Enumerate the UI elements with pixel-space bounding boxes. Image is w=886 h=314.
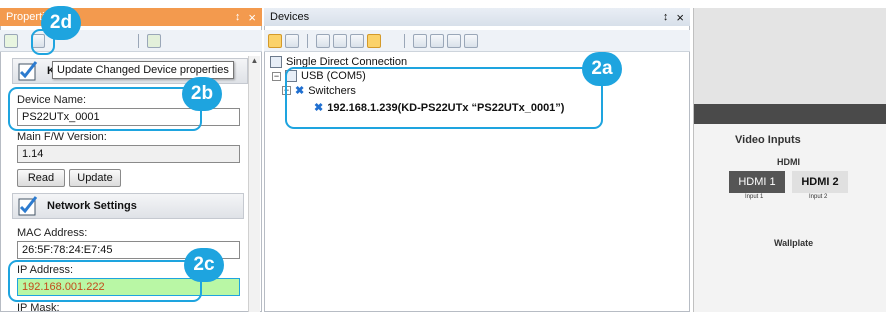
checklist-icon: [15, 60, 41, 82]
hdmi-label: HDMI: [777, 157, 800, 167]
hdmi2-button[interactable]: HDMI 2: [792, 171, 848, 193]
scroll-up-arrow[interactable]: ▲: [249, 56, 260, 65]
scrollbar[interactable]: ▲: [248, 56, 260, 312]
pin-icon[interactable]: ↕: [663, 11, 669, 23]
toolbar-separator: [307, 33, 308, 48]
settings-icon[interactable]: [447, 33, 461, 48]
close-icon[interactable]: ×: [248, 10, 256, 25]
grid-view-icon[interactable]: [268, 33, 282, 48]
toolbar-separator: [138, 33, 139, 48]
close-icon[interactable]: ×: [676, 10, 684, 25]
connection-icon: [270, 56, 282, 68]
properties-header: Properties ↕ ×: [0, 8, 262, 26]
panel-icon[interactable]: [413, 33, 427, 48]
unlink-icon[interactable]: [333, 33, 347, 48]
hdmi1-button[interactable]: HDMI 1: [729, 171, 785, 193]
control-panel-top: [694, 8, 886, 104]
fw-version-label: Main F/W Version:: [17, 131, 107, 143]
callout-2a: 2a: [582, 52, 622, 86]
toolbar-separator: [404, 33, 405, 48]
mac-address-label: MAC Address:: [17, 227, 88, 239]
collapse-icon[interactable]: −: [272, 71, 281, 81]
network-section-title: Network Settings: [47, 200, 137, 212]
hdmi2-sublabel: Input 2: [809, 194, 828, 200]
devices-header: Devices ↕ ×: [264, 8, 690, 26]
link-icon[interactable]: [316, 33, 330, 48]
devices-title: Devices: [270, 11, 310, 23]
devices-panel: [264, 8, 690, 312]
ip-mask-label: IP Mask:: [17, 302, 60, 314]
export-icon[interactable]: [464, 33, 478, 48]
refresh-icon[interactable]: [4, 33, 18, 48]
callout-2d: 2d: [41, 6, 81, 40]
fw-version-field: 1.14: [17, 145, 240, 163]
hdmi1-sublabel: Input 1: [745, 194, 764, 200]
scan-icon[interactable]: [350, 33, 364, 48]
wallplate-label: Wallplate: [774, 238, 814, 248]
video-inputs-title: Video Inputs: [735, 134, 801, 146]
apply-icon[interactable]: [147, 33, 161, 48]
hdmi2-label: HDMI 2: [801, 176, 839, 188]
callout-2c-box: [8, 260, 202, 302]
hdmi1-label: HDMI 1: [738, 176, 776, 188]
checklist-icon: [15, 195, 41, 217]
callout-2a-box: [285, 67, 603, 129]
device-view-icon[interactable]: [367, 33, 381, 48]
callout-2b-box: [8, 87, 202, 131]
devices-toolbar: [264, 30, 690, 52]
pin-icon[interactable]: ↕: [235, 11, 241, 23]
control-panel-bar: [694, 104, 886, 124]
callout-2b: 2b: [182, 77, 222, 111]
network-section-header: Network Settings: [12, 193, 244, 219]
read-button[interactable]: Read: [17, 169, 65, 187]
layout-icon[interactable]: [285, 33, 299, 48]
update-button[interactable]: Update: [69, 169, 121, 187]
check-icon[interactable]: [430, 33, 444, 48]
callout-2c: 2c: [184, 248, 224, 282]
